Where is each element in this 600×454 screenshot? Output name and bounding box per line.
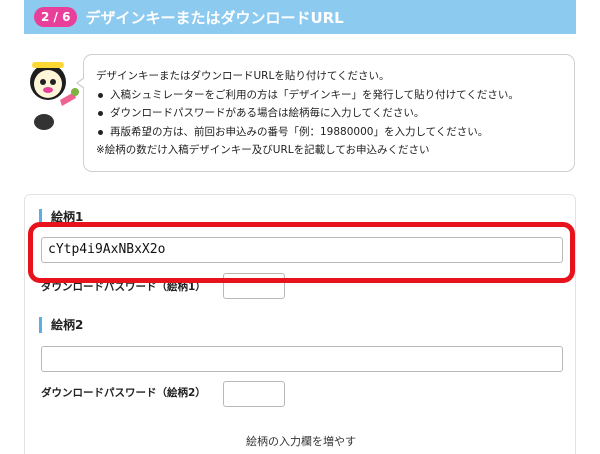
mascot-mouth [43,87,53,93]
instructions-item: ダウンロードパスワードがある場合は絵柄毎に入力してください。 [96,104,562,123]
mascot-face [34,70,62,98]
mascot-hand-item [71,88,79,96]
instructions-item: 入稿シュミレーターをご利用の方は「デザインキー」を発行して貼り付けてください。 [96,86,562,105]
add-design-field-button[interactable]: 絵柄の入力欄を増やす [25,433,577,449]
mascot-eye-right [50,79,56,85]
design-2-label: 絵柄2 [39,317,83,333]
mascot-illustration [30,62,79,130]
instructions-lead: デザインキーまたはダウンロードURLを貼り付けてください。 [96,70,390,82]
instructions-box: デザインキーまたはダウンロードURLを貼り付けてください。 入稿シュミレーターを… [76,54,575,172]
instructions-item: 再版希望の方は、前回お申込みの番号「例：19880000」を入力してください。 [96,123,562,142]
step-header: 2 / 6 デザインキーまたはダウンロードURL [24,0,576,34]
design-2-password-label: ダウンロードパスワード（絵柄2） [41,387,206,399]
highlight-annotation [28,222,575,283]
step-title: デザインキーまたはダウンロードURL [85,8,344,27]
design-2-key-input[interactable] [41,346,563,372]
mascot-body [34,114,54,130]
step-badge: 2 / 6 [34,7,78,27]
mascot-headband [32,62,64,68]
design-2-password-input[interactable] [223,381,285,407]
mascot-eye-left [40,79,46,85]
instructions-list: 入稿シュミレーターをご利用の方は「デザインキー」を発行して貼り付けてください。 … [96,86,562,142]
instructions-note: ※絵柄の数だけ入稿デザインキー及びURLを記載してお申込みください [96,144,430,156]
